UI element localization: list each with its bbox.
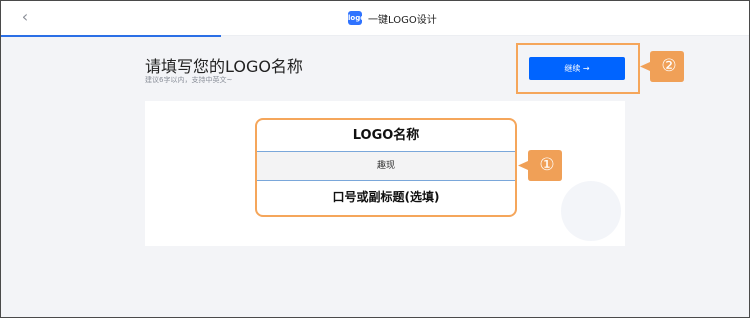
brand-title: 一键LOGO设计 [368, 14, 437, 26]
callout-marker-1: ① [517, 147, 563, 184]
chevron-left-icon: ‹ [21, 7, 29, 26]
marker-1-label: ① [539, 155, 555, 175]
logo-name-label: LOGO名称 [352, 128, 420, 143]
progress-bar [1, 35, 221, 37]
callout-marker-2: ② [639, 48, 685, 85]
brand-logo-icon: logo [348, 11, 365, 25]
brand: logo 一键LOGO设计 [348, 9, 437, 27]
top-bar: ‹ logo 一键LOGO设计 [1, 1, 749, 36]
marker-2-label: ② [661, 56, 677, 76]
page-subtitle: 建议6字以内，支持中英文~ [145, 76, 233, 84]
logo-name-input[interactable]: 趣现 [257, 151, 515, 181]
continue-button[interactable]: 继续 → [529, 57, 625, 80]
watermark-graphic [561, 181, 621, 241]
logo-form: LOGO名称 趣现 口号或副标题(选填) [255, 118, 517, 217]
app-window: ‹ logo 一键LOGO设计 请填写您的LOGO名称 建议6字以内，支持中英文… [0, 0, 750, 318]
back-button[interactable]: ‹ [15, 7, 35, 27]
slogan-field[interactable]: 口号或副标题(选填) [257, 182, 515, 213]
page-title: 请填写您的LOGO名称 [145, 57, 303, 76]
